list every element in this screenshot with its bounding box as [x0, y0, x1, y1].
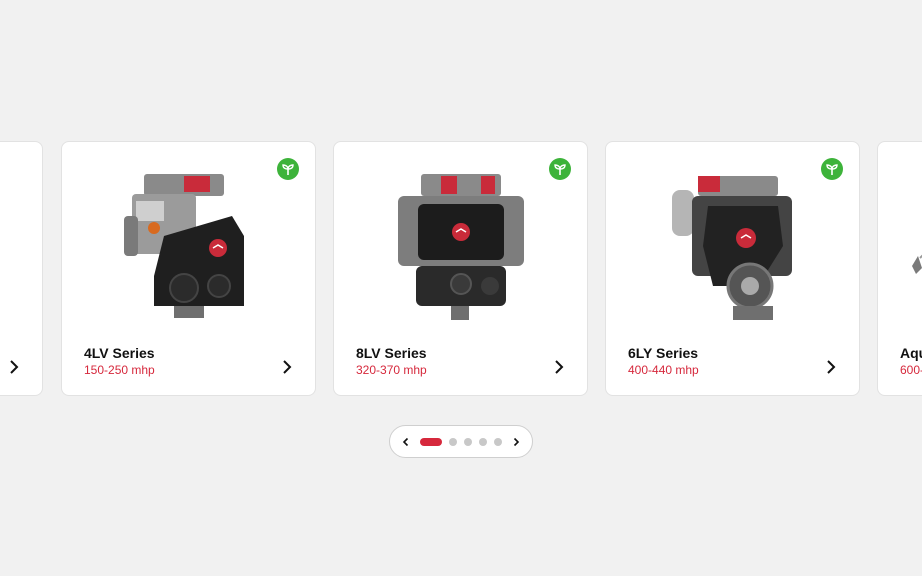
- pagination-dot[interactable]: [494, 437, 502, 446]
- chevron-right-icon[interactable]: [279, 359, 295, 375]
- product-carousel: 4LV Series 150-250 mhp 8LV Series 320-37…: [0, 0, 922, 576]
- card-title: 6LY Series: [628, 345, 699, 361]
- pagination-dot[interactable]: [449, 437, 457, 446]
- card-power-range: 150-250 mhp: [84, 363, 155, 377]
- carousel-track: 4LV Series 150-250 mhp 8LV Series 320-37…: [0, 0, 922, 576]
- engine-image-8lv: [397, 174, 524, 320]
- pagination-dot-active[interactable]: [420, 437, 442, 446]
- chevron-left-icon[interactable]: [400, 436, 412, 448]
- product-card-partial-left[interactable]: [0, 141, 43, 396]
- chevron-right-icon[interactable]: [510, 436, 522, 448]
- card-title: 8LV Series: [356, 345, 427, 361]
- engine-image-6ly: [671, 176, 792, 320]
- card-power-range: 400-440 mhp: [628, 363, 699, 377]
- leaf-sprout-icon: [549, 158, 571, 180]
- carousel-pagination: [389, 425, 533, 458]
- card-title: Aqu: [900, 345, 922, 361]
- chevron-right-icon[interactable]: [823, 359, 839, 375]
- product-card-6ly[interactable]: 6LY Series 400-440 mhp: [605, 141, 860, 396]
- pagination-dot[interactable]: [464, 437, 472, 446]
- product-card-8lv[interactable]: 8LV Series 320-370 mhp: [333, 141, 588, 396]
- chevron-right-icon[interactable]: [551, 359, 567, 375]
- engine-image-partial: [912, 254, 922, 274]
- card-power-range: 600-: [900, 363, 922, 377]
- card-title: 4LV Series: [84, 345, 155, 361]
- leaf-sprout-icon: [821, 158, 843, 180]
- card-power-range: 320-370 mhp: [356, 363, 427, 377]
- pagination-dots: [420, 437, 502, 446]
- product-card-partial-right[interactable]: Aqu 600-: [877, 141, 922, 396]
- engine-image-4lv: [123, 174, 244, 318]
- pagination-dot[interactable]: [479, 437, 487, 446]
- chevron-right-icon[interactable]: [6, 359, 22, 375]
- product-card-4lv[interactable]: 4LV Series 150-250 mhp: [61, 141, 316, 396]
- leaf-sprout-icon: [277, 158, 299, 180]
